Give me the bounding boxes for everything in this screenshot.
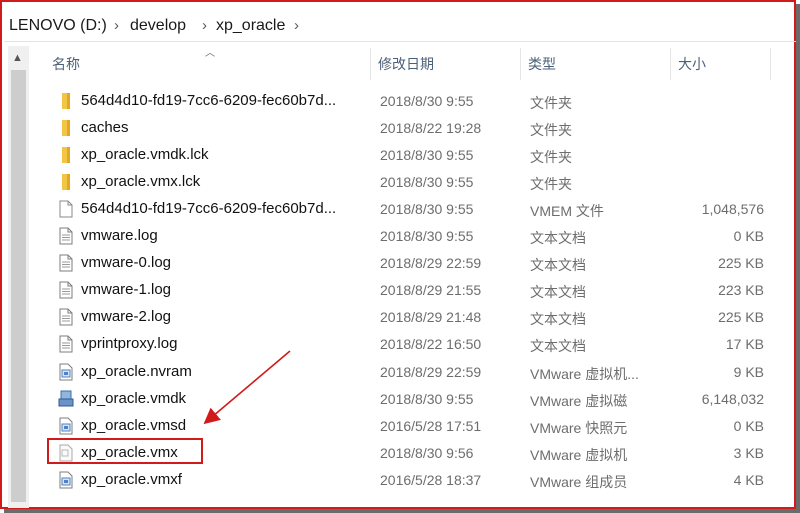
annotation-arrow bbox=[203, 350, 291, 425]
